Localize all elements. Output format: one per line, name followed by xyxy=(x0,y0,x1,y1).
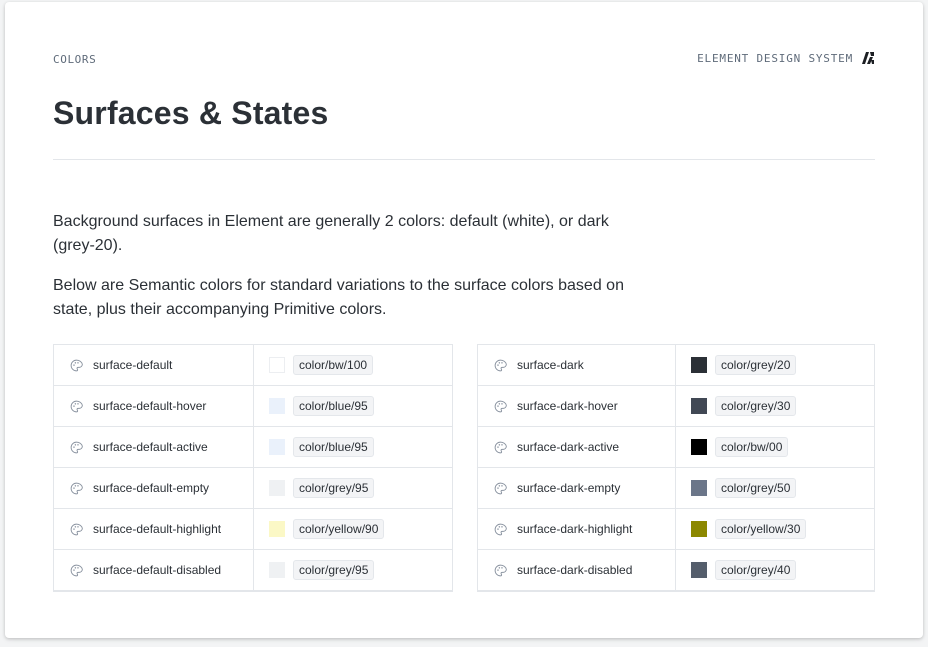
element-logo-icon xyxy=(862,52,874,64)
semantic-name: surface-dark-highlight xyxy=(517,522,633,536)
semantic-name: surface-default-highlight xyxy=(93,522,222,536)
semantic-cell: surface-dark xyxy=(478,345,676,385)
palette-icon xyxy=(70,400,83,412)
color-swatch xyxy=(691,439,707,455)
table-row: surface-default-empty color/grey/95 xyxy=(54,468,452,509)
brand-label: ELEMENT DESIGN SYSTEM xyxy=(697,51,853,65)
semantic-cell: surface-dark-hover xyxy=(478,386,676,426)
semantic-name: surface-dark-hover xyxy=(517,399,618,413)
table-row: surface-dark-hover color/grey/30 xyxy=(478,386,874,427)
semantic-cell: surface-dark-highlight xyxy=(478,509,676,549)
palette-icon xyxy=(70,441,83,453)
semantic-cell: surface-default xyxy=(54,345,254,385)
primitive-cell: color/bw/100 xyxy=(254,345,374,385)
primitive-cell: color/yellow/90 xyxy=(254,509,385,549)
palette-icon xyxy=(70,482,83,494)
palette-icon xyxy=(70,523,83,535)
primitive-cell: color/blue/95 xyxy=(254,427,374,467)
primitive-cell: color/yellow/30 xyxy=(676,509,807,549)
semantic-cell: surface-default-hover xyxy=(54,386,254,426)
primitive-cell: color/grey/95 xyxy=(254,550,375,590)
semantic-name: surface-dark-active xyxy=(517,440,620,454)
semantic-cell: surface-dark-disabled xyxy=(478,550,676,590)
intro-paragraph-1: Background surfaces in Element are gener… xyxy=(53,213,609,254)
primitive-token: color/grey/40 xyxy=(715,560,797,580)
intro-paragraph-2: Below are Semantic colors for standard v… xyxy=(53,277,624,318)
color-swatch xyxy=(269,562,285,578)
brand: ELEMENT DESIGN SYSTEM xyxy=(697,51,875,65)
color-swatch xyxy=(269,521,285,537)
semantic-cell: surface-default-empty xyxy=(54,468,254,508)
color-swatch xyxy=(691,398,707,414)
table-row: surface-default color/bw/100 xyxy=(54,345,452,386)
palette-icon xyxy=(494,441,507,453)
palette-icon xyxy=(494,482,507,494)
color-swatch xyxy=(269,439,285,455)
table-row: surface-dark-disabled color/grey/40 xyxy=(478,550,874,591)
semantic-name: surface-dark-disabled xyxy=(517,563,633,577)
primitive-token: color/yellow/30 xyxy=(715,519,807,539)
semantic-cell: surface-default-disabled xyxy=(54,550,254,590)
primitive-token: color/bw/00 xyxy=(715,437,789,457)
color-swatch xyxy=(269,480,285,496)
table-row: surface-dark-empty color/grey/50 xyxy=(478,468,874,509)
primitive-token: color/grey/30 xyxy=(715,396,797,416)
primitive-token: color/grey/95 xyxy=(293,478,375,498)
primitive-cell: color/grey/40 xyxy=(676,550,797,590)
content-card: COLORS ELEMENT DESIGN SYSTEM Surfaces & … xyxy=(5,2,923,638)
surface-default-table: surface-default color/bw/100 surface-def… xyxy=(53,344,453,592)
table-row: surface-default-hover color/blue/95 xyxy=(54,386,452,427)
semantic-name: surface-default-disabled xyxy=(93,563,222,577)
color-swatch xyxy=(269,398,285,414)
palette-icon xyxy=(494,523,507,535)
color-swatch xyxy=(691,521,707,537)
color-swatch xyxy=(691,562,707,578)
table-row: surface-dark-highlight color/yellow/30 xyxy=(478,509,874,550)
primitive-token: color/grey/20 xyxy=(715,355,797,375)
primitive-cell: color/grey/95 xyxy=(254,468,375,508)
section-eyebrow: COLORS xyxy=(53,53,97,66)
palette-icon xyxy=(70,564,83,576)
palette-icon xyxy=(494,359,507,371)
table-row: surface-default-highlight color/yellow/9… xyxy=(54,509,452,550)
primitive-cell: color/bw/00 xyxy=(676,427,789,467)
semantic-cell: surface-dark-empty xyxy=(478,468,676,508)
primitive-cell: color/grey/50 xyxy=(676,468,797,508)
table-row: surface-dark-active color/bw/00 xyxy=(478,427,874,468)
divider xyxy=(53,159,875,160)
table-row: surface-dark color/grey/20 xyxy=(478,345,874,386)
primitive-cell: color/grey/20 xyxy=(676,345,797,385)
semantic-name: surface-default-hover xyxy=(93,399,207,413)
color-swatch xyxy=(691,480,707,496)
semantic-cell: surface-default-active xyxy=(54,427,254,467)
semantic-cell: surface-default-highlight xyxy=(54,509,254,549)
primitive-token: color/bw/100 xyxy=(293,355,374,375)
semantic-name: surface-dark xyxy=(517,358,584,372)
surface-dark-table: surface-dark color/grey/20 surface-dark-… xyxy=(477,344,875,592)
primitive-token: color/blue/95 xyxy=(293,437,374,457)
primitive-cell: color/grey/30 xyxy=(676,386,797,426)
color-swatch xyxy=(269,357,285,373)
palette-icon xyxy=(494,400,507,412)
primitive-token: color/grey/50 xyxy=(715,478,797,498)
page-title: Surfaces & States xyxy=(53,95,329,131)
primitive-token: color/yellow/90 xyxy=(293,519,385,539)
table-row: surface-default-active color/blue/95 xyxy=(54,427,452,468)
table-row: surface-default-disabled color/grey/95 xyxy=(54,550,452,591)
semantic-name: surface-default xyxy=(93,358,173,372)
palette-icon xyxy=(494,564,507,576)
color-swatch xyxy=(691,357,707,373)
semantic-name: surface-dark-empty xyxy=(517,481,621,495)
palette-icon xyxy=(70,359,83,371)
primitive-token: color/grey/95 xyxy=(293,560,375,580)
semantic-name: surface-default-empty xyxy=(93,481,210,495)
semantic-name: surface-default-active xyxy=(93,440,208,454)
primitive-cell: color/blue/95 xyxy=(254,386,374,426)
semantic-cell: surface-dark-active xyxy=(478,427,676,467)
primitive-token: color/blue/95 xyxy=(293,396,374,416)
